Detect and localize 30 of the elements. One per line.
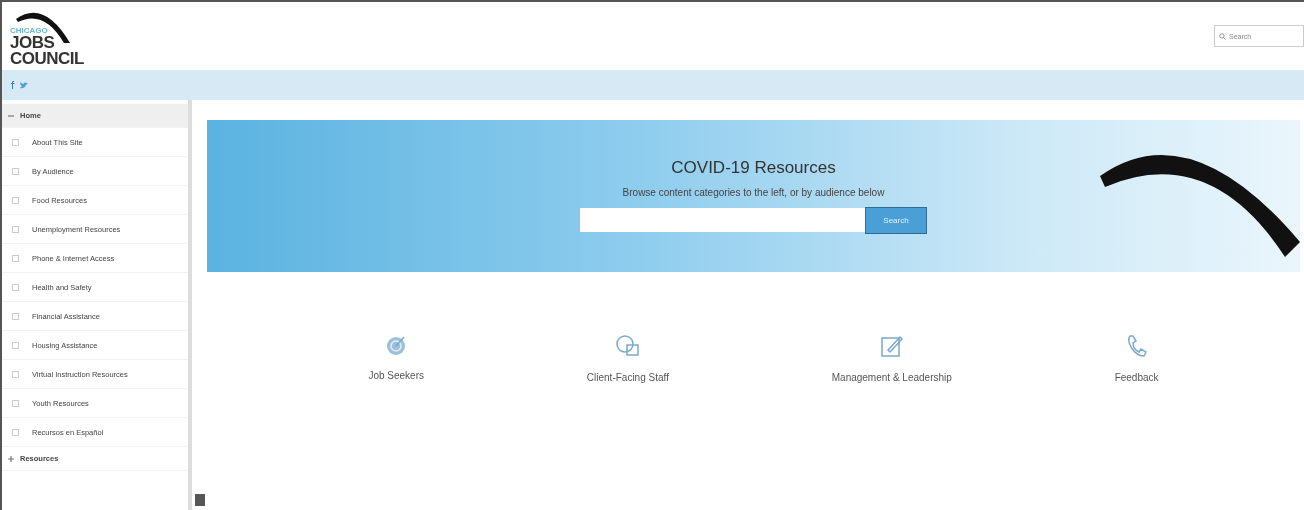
- banner-title: COVID-19 Resources: [671, 158, 836, 178]
- audience-link[interactable]: Job Seekers: [368, 334, 424, 383]
- bullet-icon: [12, 196, 19, 204]
- logo-text: JOBS: [10, 34, 56, 51]
- target-icon: [385, 334, 408, 356]
- bullet-icon: [12, 341, 19, 349]
- bullet-icon: [12, 428, 19, 436]
- edit-icon: [879, 334, 904, 358]
- minus-icon[interactable]: [8, 112, 14, 119]
- audience-link[interactable]: Client-Facing Staff: [586, 334, 669, 383]
- banner-search-field[interactable]: [580, 208, 865, 232]
- plus-icon[interactable]: [8, 455, 14, 462]
- bullet-icon: [12, 399, 19, 407]
- bullet-icon: [12, 283, 19, 291]
- facebook-icon[interactable]: [11, 81, 15, 89]
- bullet-icon: [12, 138, 19, 146]
- bullet-icon: [12, 254, 19, 262]
- audience-link[interactable]: Management & Leadership: [831, 334, 952, 383]
- bullet-icon: [12, 225, 19, 233]
- phone-icon: [1125, 334, 1148, 358]
- chat-icon: [614, 334, 641, 358]
- audience-link[interactable]: Feedback: [1114, 334, 1159, 383]
- twitter-icon[interactable]: [20, 81, 28, 89]
- logo-text: COUNCIL: [10, 50, 85, 67]
- search-icon: [1219, 33, 1226, 40]
- bullet-icon: [12, 370, 19, 378]
- banner-subtitle: Browse content categories to the left, or by audience below: [622, 187, 885, 198]
- bullet-icon: [12, 167, 19, 175]
- logo-tagline: CHICAGO: [10, 26, 49, 35]
- bullet-icon: [12, 312, 19, 320]
